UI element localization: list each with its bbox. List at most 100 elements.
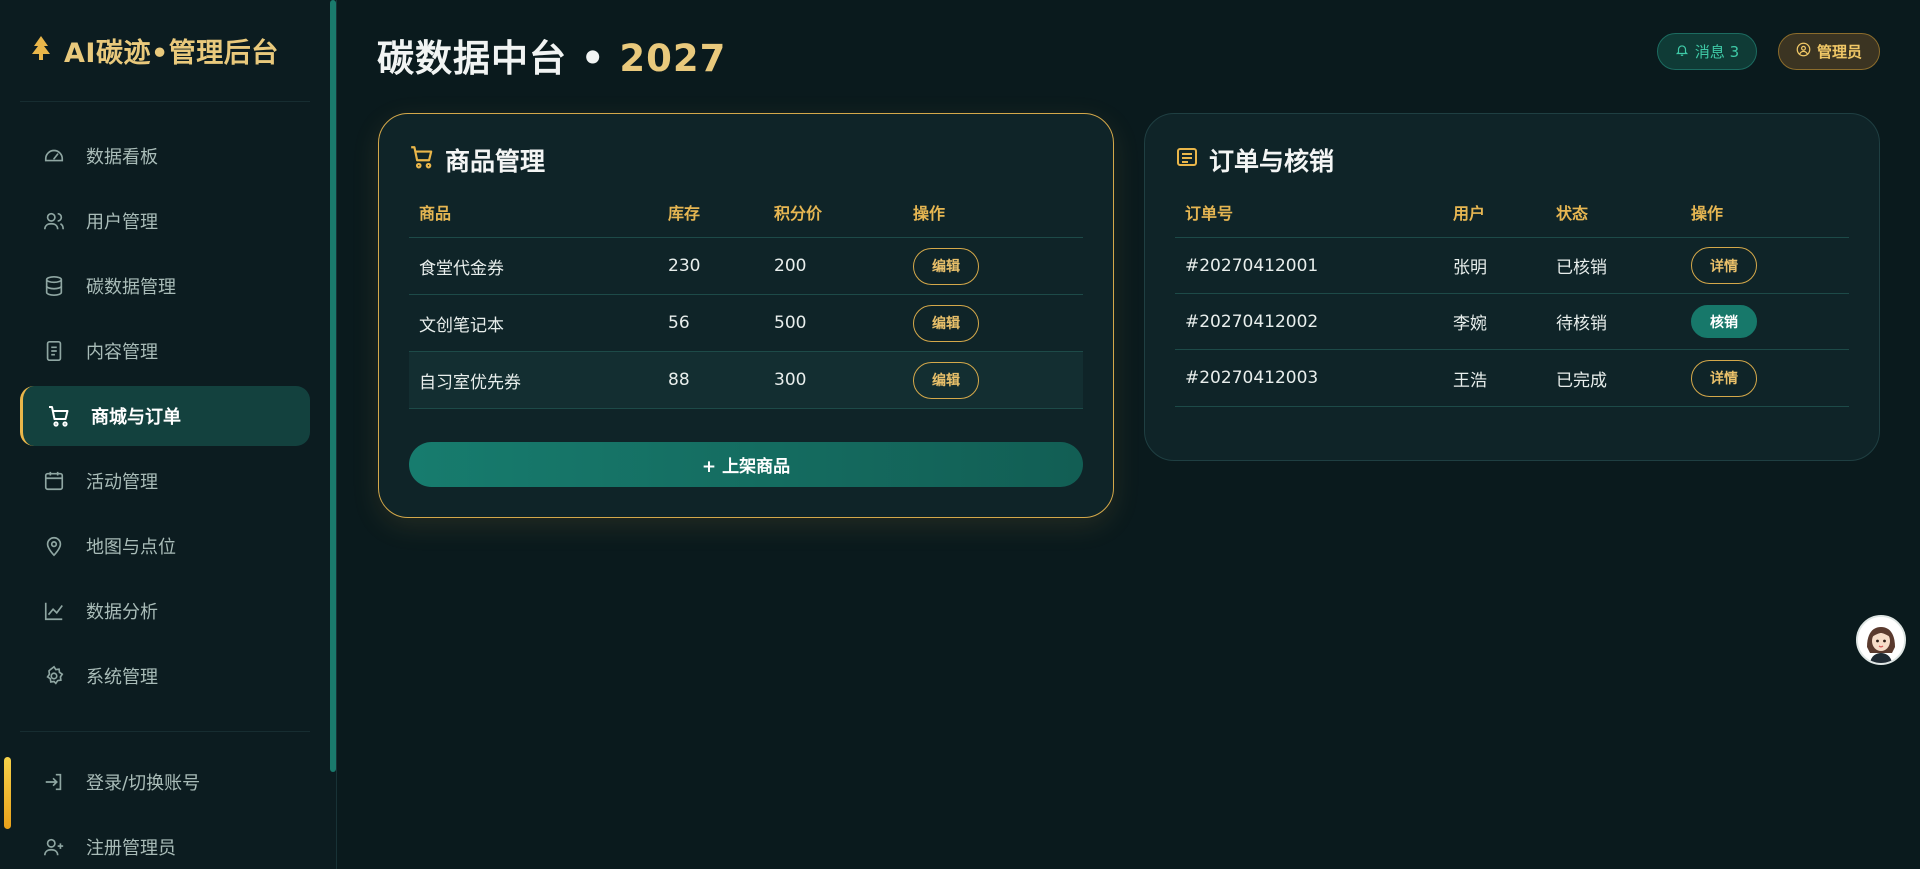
nav-item-analytics[interactable]: 数据分析 — [20, 581, 310, 641]
orders-table: 订单号 用户 状态 操作 #20270412001 张明 已核销 详情 #202… — [1175, 186, 1849, 407]
column-header: 状态 — [1556, 203, 1589, 223]
calendar-icon — [42, 469, 66, 493]
table-header: 商品 库存 积分价 操作 — [409, 186, 1083, 238]
card-title: 订单与核销 — [1175, 144, 1334, 176]
order-status: 已核销 — [1556, 258, 1607, 278]
nav-item-mall-orders[interactable]: 商城与订单 — [20, 386, 310, 446]
bell-icon — [1675, 43, 1689, 61]
table-row: #20270412001 张明 已核销 详情 — [1175, 238, 1849, 294]
page-title: 碳数据中台 • 2027 — [377, 28, 726, 82]
admin-button[interactable]: 管理员 — [1778, 33, 1880, 70]
card-title-text: 商品管理 — [445, 147, 546, 176]
goods-table: 商品 库存 积分价 操作 食堂代金券 230 200 编辑 文创笔记本 56 5… — [409, 186, 1083, 409]
order-status: 已完成 — [1556, 370, 1607, 391]
brand[interactable]: AI碳迹•管理后台 — [30, 32, 279, 69]
nav-item-register-admin[interactable]: 注册管理员 — [20, 817, 310, 869]
nav-label: 活动管理 — [86, 472, 158, 493]
receipt-list-icon — [1175, 145, 1199, 175]
goods-price: 200 — [774, 256, 807, 276]
login-icon — [42, 770, 66, 794]
map-pin-icon — [42, 534, 66, 558]
order-user: 王浩 — [1453, 370, 1487, 391]
goods-management-card: 商品管理 商品 库存 积分价 操作 食堂代金券 230 200 编辑 文创笔记本… — [378, 113, 1114, 518]
detail-button[interactable]: 详情 — [1691, 247, 1757, 284]
nav-label: 用户管理 — [86, 212, 158, 233]
nav-label: 商城与订单 — [91, 407, 181, 428]
sidebar-divider — [20, 731, 310, 732]
column-header: 库存 — [668, 203, 701, 223]
database-icon — [42, 274, 66, 298]
brand-title: AI碳迹•管理后台 — [64, 37, 279, 69]
table-row: #20270412002 李婉 待核销 核销 — [1175, 294, 1849, 350]
detail-button[interactable]: 详情 — [1691, 359, 1757, 397]
card-title-text: 订单与核销 — [1209, 147, 1335, 176]
nav-item-system[interactable]: 系统管理 — [20, 646, 310, 706]
table-header: 订单号 用户 状态 操作 — [1175, 186, 1849, 238]
column-header: 订单号 — [1185, 203, 1234, 223]
nav-label: 系统管理 — [86, 667, 158, 688]
document-icon — [42, 339, 66, 363]
shopping-cart-icon — [47, 404, 71, 428]
sidebar-scroll-indicator — [4, 757, 11, 829]
order-user: 李婉 — [1453, 314, 1487, 334]
nav-label: 数据看板 — [86, 147, 158, 168]
nav-item-content[interactable]: 内容管理 — [20, 321, 310, 381]
add-goods-label: + 上架商品 — [701, 457, 791, 477]
nav-label: 地图与点位 — [86, 537, 176, 558]
goods-name: 自习室优先券 — [419, 372, 521, 393]
edit-button[interactable]: 编辑 — [913, 247, 979, 285]
table-row: 文创笔记本 56 500 编辑 — [409, 295, 1083, 352]
nav-label: 内容管理 — [86, 342, 158, 363]
messages-label: 消息 3 — [1694, 43, 1740, 61]
sidebar: AI碳迹•管理后台 数据看板 用户管理 碳数据管理 内容管理 商城与订单 活动管… — [0, 0, 337, 869]
card-title: 商品管理 — [409, 144, 545, 176]
goods-name: 食堂代金券 — [419, 258, 504, 279]
order-status: 待核销 — [1556, 314, 1607, 334]
sidebar-divider — [20, 101, 310, 102]
edit-button[interactable]: 编辑 — [913, 304, 979, 342]
tree-icon — [30, 35, 52, 65]
nav-label: 注册管理员 — [86, 838, 176, 859]
goods-name: 文创笔记本 — [419, 315, 504, 336]
nav-item-login[interactable]: 登录/切换账号 — [20, 752, 310, 812]
verify-button[interactable]: 核销 — [1691, 305, 1757, 338]
table-row: 食堂代金券 230 200 编辑 — [409, 238, 1083, 295]
nav-item-dashboard[interactable]: 数据看板 — [20, 126, 310, 186]
nav-label: 登录/切换账号 — [86, 773, 201, 794]
order-id: #20270412003 — [1185, 368, 1319, 388]
goods-price: 300 — [774, 370, 807, 390]
column-header: 用户 — [1453, 203, 1486, 223]
goods-price: 500 — [774, 313, 807, 333]
sidebar-scrollbar[interactable] — [330, 0, 336, 772]
add-goods-button[interactable]: + 上架商品 — [409, 442, 1083, 487]
line-chart-icon — [42, 599, 66, 623]
column-header: 积分价 — [774, 203, 823, 223]
gear-icon — [42, 664, 66, 688]
assistant-avatar[interactable] — [1856, 615, 1906, 665]
shopping-cart-icon — [409, 144, 435, 176]
page-title-year: 2027 — [619, 37, 727, 80]
order-id: #20270412002 — [1185, 311, 1319, 332]
order-user: 张明 — [1453, 258, 1487, 278]
table-row: #20270412003 王浩 已完成 详情 — [1175, 350, 1849, 407]
goods-stock: 56 — [668, 313, 690, 333]
nav-item-map[interactable]: 地图与点位 — [20, 516, 310, 576]
nav-item-activities[interactable]: 活动管理 — [20, 451, 310, 511]
dashboard-gauge-icon — [42, 144, 66, 168]
orders-card: 订单与核销 订单号 用户 状态 操作 #20270412001 张明 已核销 详… — [1144, 113, 1880, 461]
nav-item-users[interactable]: 用户管理 — [20, 191, 310, 251]
admin-label: 管理员 — [1816, 43, 1862, 61]
column-header: 操作 — [913, 203, 946, 223]
nav-label: 碳数据管理 — [86, 277, 176, 298]
nav-item-carbon-data[interactable]: 碳数据管理 — [20, 256, 310, 316]
edit-button[interactable]: 编辑 — [913, 361, 979, 399]
messages-button[interactable]: 消息 3 — [1657, 33, 1757, 70]
user-plus-icon — [42, 835, 66, 859]
goods-stock: 230 — [668, 256, 701, 276]
table-row: 自习室优先券 88 300 编辑 — [409, 352, 1083, 409]
users-icon — [42, 209, 66, 233]
page-title-main: 碳数据中台 • — [377, 37, 620, 80]
column-header: 操作 — [1691, 203, 1724, 223]
column-header: 商品 — [419, 203, 452, 223]
nav-label: 数据分析 — [86, 602, 158, 623]
